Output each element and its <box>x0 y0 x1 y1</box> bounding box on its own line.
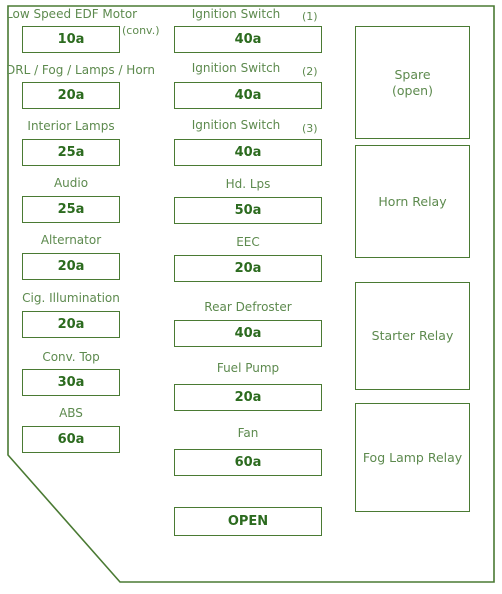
fuse-label-hd-lps: Hd. Lps <box>225 177 271 191</box>
fuse-suffix-ignition-switch-1: (1) <box>302 10 318 23</box>
fuse-suffix-ignition-switch-3: (3) <box>302 122 318 135</box>
middle-column: Ignition Switch (1) 40a Ignition Switch … <box>174 0 322 594</box>
fuse-label-rear-defroster: Rear Defroster <box>204 300 292 314</box>
fuse-label-low-speed-edf-motor: Low Speed EDF Motor <box>6 7 138 21</box>
fuse-value-open[interactable]: OPEN <box>174 507 322 536</box>
fuse-label-conv-top: Conv. Top <box>42 350 100 364</box>
fuse-label-alternator: Alternator <box>40 233 102 247</box>
fuse-value-fan[interactable]: 60a <box>174 449 322 476</box>
fuse-suffix-conv: (conv.) <box>122 24 160 37</box>
fuse-box-diagram: Low Speed EDF Motor (conv.) 10a DRL / Fo… <box>0 0 502 594</box>
relay-horn[interactable]: Horn Relay <box>355 145 470 258</box>
fuse-label-drl-fog-lamps-horn: DRL / Fog / Lamps / Horn <box>6 63 156 77</box>
relay-fog-lamp-label: Fog Lamp Relay <box>362 449 463 465</box>
fuse-value-low-speed-edf-motor[interactable]: 10a <box>22 26 120 53</box>
fuse-label-abs: ABS <box>59 406 83 420</box>
fuse-value-cig-illumination[interactable]: 20a <box>22 311 120 338</box>
fuse-label-cig-illumination: Cig. Illumination <box>22 291 120 305</box>
fuse-value-ignition-switch-2[interactable]: 40a <box>174 82 322 109</box>
fuse-value-ignition-switch-1[interactable]: 40a <box>174 26 322 53</box>
fuse-value-drl-fog-lamps-horn[interactable]: 20a <box>22 82 120 109</box>
relay-starter-label: Starter Relay <box>371 328 454 343</box>
relay-fog-lamp[interactable]: Fog Lamp Relay <box>355 403 470 512</box>
relay-starter[interactable]: Starter Relay <box>355 282 470 390</box>
relay-spare[interactable]: Spare (open) <box>355 26 470 139</box>
right-column: Spare (open) Horn Relay Starter Relay Fo… <box>355 0 470 594</box>
fuse-value-alternator[interactable]: 20a <box>22 253 120 280</box>
fuse-label-audio: Audio <box>53 176 89 190</box>
fuse-label-ignition-switch-2: Ignition Switch <box>191 61 281 75</box>
left-column: Low Speed EDF Motor (conv.) 10a DRL / Fo… <box>6 0 160 594</box>
fuse-value-rear-defroster[interactable]: 40a <box>174 320 322 347</box>
fuse-value-audio[interactable]: 25a <box>22 196 120 223</box>
fuse-value-interior-lamps[interactable]: 25a <box>22 139 120 166</box>
fuse-label-fuel-pump: Fuel Pump <box>216 361 280 375</box>
fuse-value-abs[interactable]: 60a <box>22 426 120 453</box>
fuse-label-ignition-switch-3: Ignition Switch <box>191 118 281 132</box>
relay-horn-label: Horn Relay <box>378 193 447 209</box>
fuse-label-interior-lamps: Interior Lamps <box>27 119 115 133</box>
fuse-label-eec: EEC <box>236 235 260 249</box>
fuse-suffix-ignition-switch-2: (2) <box>302 65 318 78</box>
fuse-label-fan: Fan <box>237 426 259 440</box>
fuse-value-eec[interactable]: 20a <box>174 255 322 282</box>
fuse-value-conv-top[interactable]: 30a <box>22 369 120 396</box>
relay-spare-label-line1: Spare <box>394 66 431 82</box>
relay-spare-label-line2: (open) <box>392 82 433 98</box>
fuse-label-ignition-switch-1: Ignition Switch <box>191 7 281 21</box>
fuse-value-hd-lps[interactable]: 50a <box>174 197 322 224</box>
fuse-value-ignition-switch-3[interactable]: 40a <box>174 139 322 166</box>
fuse-value-fuel-pump[interactable]: 20a <box>174 384 322 411</box>
